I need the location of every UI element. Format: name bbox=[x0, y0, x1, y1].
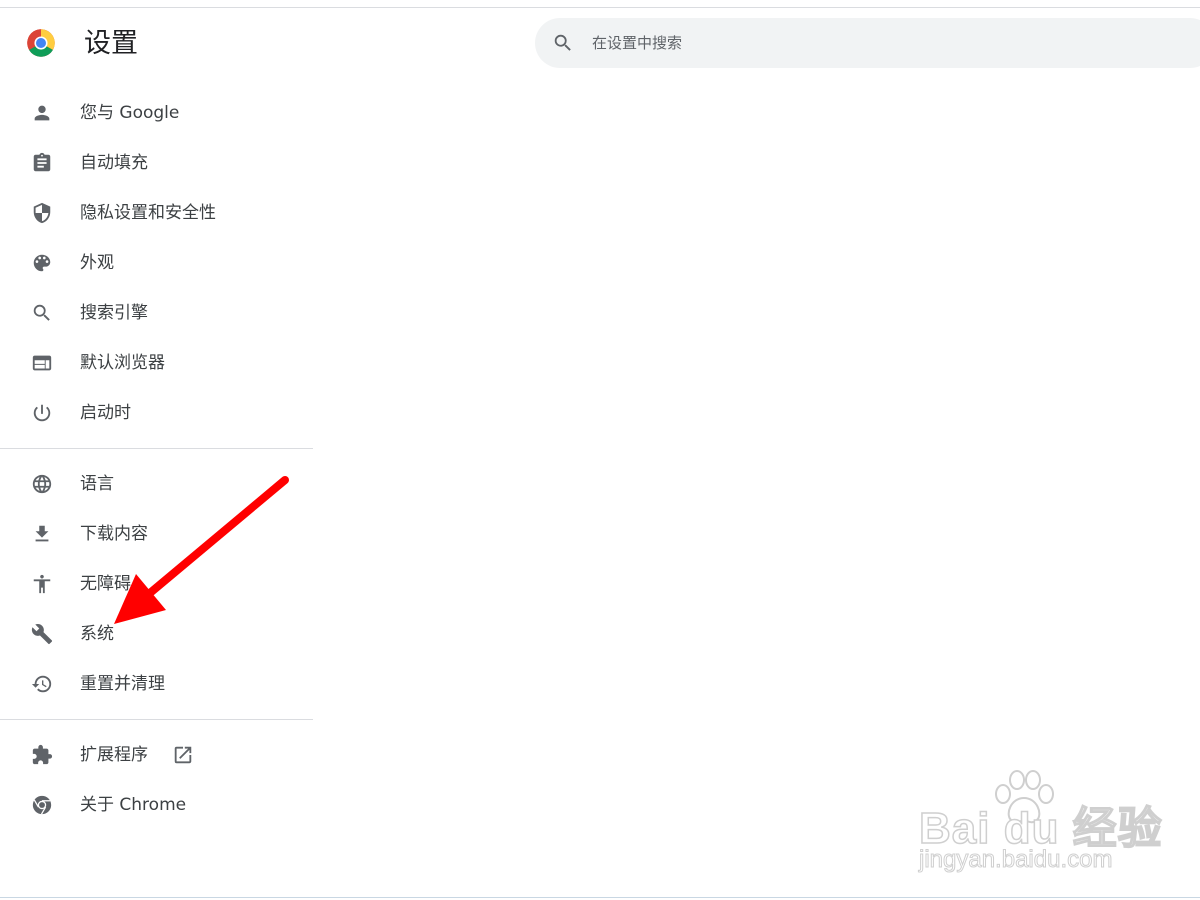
open-in-new-icon bbox=[174, 746, 192, 764]
clipboard-icon bbox=[33, 152, 51, 172]
sidebar-item-autofill[interactable]: 自动填充 bbox=[0, 139, 312, 187]
sidebar-item-appearance[interactable]: 外观 bbox=[0, 239, 312, 287]
sidebar-item-languages[interactable]: 语言 bbox=[0, 460, 312, 508]
sidebar-item-label: 隐私设置和安全性 bbox=[80, 203, 216, 223]
sidebar-item-label: 语言 bbox=[80, 474, 114, 494]
sidebar-item-label: 外观 bbox=[80, 253, 114, 273]
search-input[interactable] bbox=[592, 18, 1192, 68]
sidebar-item-accessibility[interactable]: 无障碍 bbox=[0, 560, 312, 608]
sidebar-divider bbox=[0, 448, 313, 449]
person-icon bbox=[34, 105, 50, 121]
chrome-logo-icon bbox=[27, 29, 55, 57]
sidebar-item-label: 无障碍 bbox=[80, 574, 131, 594]
puzzle-icon bbox=[32, 744, 53, 765]
shield-icon bbox=[33, 202, 51, 224]
window-bottom-border bbox=[0, 897, 1200, 898]
sidebar-item-downloads[interactable]: 下载内容 bbox=[0, 510, 312, 558]
baidu-watermark: Bai du 经验 jingyan.baidu.com bbox=[915, 770, 1162, 880]
sidebar-item-default-browser[interactable]: 默认浏览器 bbox=[0, 339, 312, 387]
download-icon bbox=[35, 525, 49, 542]
power-icon bbox=[33, 404, 51, 422]
sidebar-item-label: 自动填充 bbox=[80, 153, 148, 173]
globe-icon bbox=[32, 474, 52, 494]
sidebar-item-reset-cleanup[interactable]: 重置并清理 bbox=[0, 660, 312, 708]
palette-icon bbox=[33, 254, 51, 272]
sidebar-item-label: 您与 Google bbox=[80, 103, 180, 123]
sidebar-item-about-chrome[interactable]: 关于 Chrome bbox=[0, 781, 312, 829]
sidebar-item-on-startup[interactable]: 启动时 bbox=[0, 389, 312, 437]
sidebar-item-system[interactable]: 系统 bbox=[0, 610, 312, 658]
sidebar-divider bbox=[0, 719, 313, 720]
sidebar-item-extensions[interactable]: 扩展程序 bbox=[0, 731, 312, 779]
settings-search-box[interactable] bbox=[535, 18, 1200, 68]
sidebar-item-label: 搜索引擎 bbox=[80, 303, 148, 323]
settings-header: 设置 bbox=[0, 8, 1200, 80]
sidebar-item-search-engine[interactable]: 搜索引擎 bbox=[0, 289, 312, 337]
sidebar-item-label: 重置并清理 bbox=[80, 674, 165, 694]
sidebar-item-you-and-google[interactable]: 您与 Google bbox=[0, 89, 312, 137]
search-icon bbox=[554, 34, 571, 51]
wrench-icon bbox=[31, 624, 53, 645]
page-title: 设置 bbox=[84, 28, 138, 59]
watermark-url: jingyan.baidu.com bbox=[918, 846, 1113, 874]
accessibility-icon bbox=[33, 574, 51, 594]
sidebar-item-label: 系统 bbox=[80, 624, 114, 644]
sidebar-item-label: 启动时 bbox=[80, 403, 131, 423]
sidebar-item-label: 下载内容 bbox=[80, 524, 148, 544]
sidebar-item-privacy-security[interactable]: 隐私设置和安全性 bbox=[0, 189, 312, 237]
sidebar-item-label: 扩展程序 bbox=[80, 745, 148, 765]
browser-window-icon bbox=[32, 355, 52, 371]
sidebar-item-label: 关于 Chrome bbox=[80, 795, 187, 815]
search-icon bbox=[33, 304, 50, 321]
sidebar-item-label: 默认浏览器 bbox=[80, 353, 165, 373]
history-icon bbox=[31, 675, 52, 693]
chrome-icon bbox=[32, 795, 52, 815]
